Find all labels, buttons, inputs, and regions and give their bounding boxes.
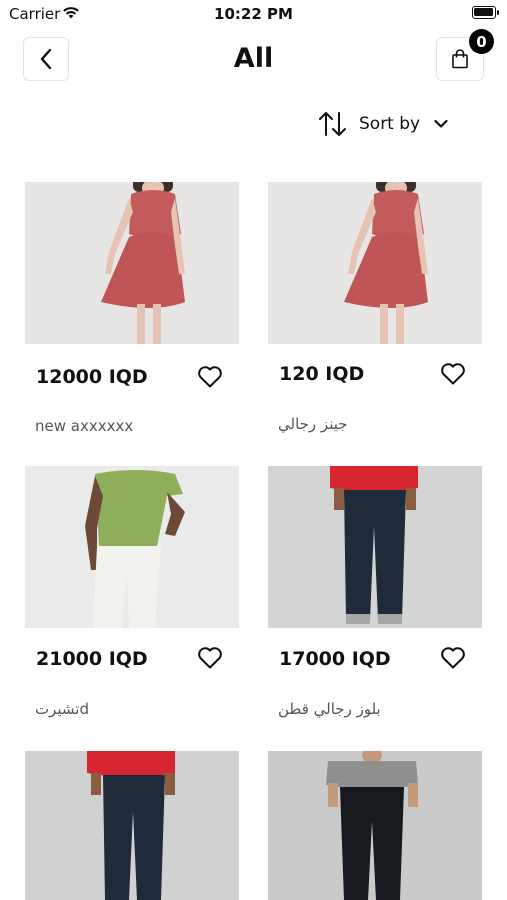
shopping-bag-icon	[452, 49, 468, 69]
product-image[interactable]	[268, 466, 482, 628]
cart-count-badge: 0	[469, 29, 494, 54]
status-time: 10:22 PM	[214, 5, 293, 23]
product-card[interactable]	[268, 751, 482, 900]
chevron-down-icon	[434, 119, 448, 128]
product-image[interactable]	[268, 751, 482, 900]
heart-icon[interactable]	[197, 365, 223, 389]
product-name: جينز رجالي	[278, 415, 348, 433]
sort-label: Sort by	[359, 114, 421, 134]
product-card[interactable]: 12000 IQD new axxxxxx	[25, 182, 239, 452]
heart-icon[interactable]	[440, 362, 466, 386]
page-title: All	[233, 43, 274, 74]
product-name: بلوز رجالي قطن	[278, 700, 381, 718]
sort-arrows-icon	[319, 112, 346, 136]
product-card[interactable]	[25, 751, 239, 900]
product-price: 12000 IQD	[36, 366, 148, 388]
product-name: تشيرتd	[35, 700, 90, 718]
status-bar: Carrier 10:22 PM	[0, 0, 507, 28]
product-price: 120 IQD	[279, 363, 365, 385]
product-price: 17000 IQD	[279, 648, 391, 670]
heart-icon[interactable]	[197, 646, 223, 670]
product-card[interactable]: 21000 IQD تشيرتd	[25, 466, 239, 736]
product-card[interactable]: 17000 IQD بلوز رجالي قطن	[268, 466, 482, 736]
product-name: new axxxxxx	[35, 417, 134, 435]
product-image[interactable]	[268, 182, 482, 344]
heart-icon[interactable]	[440, 646, 466, 670]
product-price: 21000 IQD	[36, 648, 148, 670]
sort-dropdown[interactable]: Sort by	[317, 108, 448, 140]
product-image[interactable]	[25, 182, 239, 344]
battery-icon	[472, 6, 499, 19]
product-card[interactable]: 120 IQD جينز رجالي	[268, 182, 482, 452]
product-image[interactable]	[25, 751, 239, 900]
product-image[interactable]	[25, 466, 239, 628]
